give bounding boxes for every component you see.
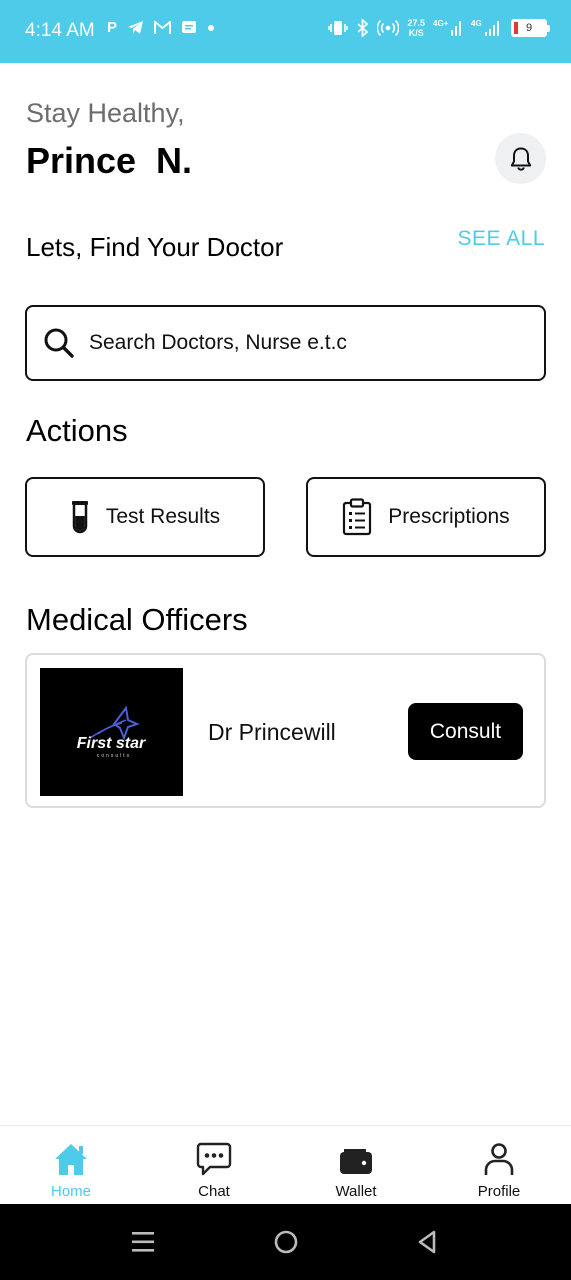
test-tube-icon (71, 501, 88, 534)
actions-title: Actions (26, 413, 128, 448)
battery-icon: 9 (511, 19, 550, 37)
logo-subtext: consults (97, 753, 131, 759)
nav-chat[interactable]: Chat (154, 1126, 274, 1205)
nav-chat-label: Chat (198, 1183, 230, 1200)
battery-level: 9 (525, 22, 533, 34)
nav-home-label: Home (50, 1183, 91, 1200)
bluetooth-icon (357, 19, 369, 37)
net-speed: 27.5 K/S (407, 18, 425, 38)
greeting-text: Stay Healthy, (26, 98, 185, 128)
search-input[interactable]: Search Doctors, Nurse e.t.c (25, 305, 546, 381)
back-icon[interactable] (415, 1227, 439, 1257)
nav-wallet[interactable]: Wallet (296, 1126, 416, 1205)
doctor-logo: First star consults (40, 668, 183, 796)
consult-button[interactable]: Consult (408, 703, 523, 760)
p-app-icon: P (107, 19, 118, 36)
bottom-navigation: Home Chat Wallet Profile (0, 1125, 571, 1204)
recent-apps-icon[interactable] (131, 1227, 155, 1257)
nav-home[interactable]: Home (11, 1126, 131, 1205)
nav-wallet-label: Wallet (335, 1183, 377, 1200)
system-icons: 27.5 K/S 4G+ 4G 9 (328, 18, 550, 38)
home-circle-icon[interactable] (271, 1227, 301, 1257)
signal-4g-plus-icon: 4G+ (433, 19, 461, 36)
find-doctor-title: Lets, Find Your Doctor (26, 232, 284, 262)
prescriptions-label: Prescriptions (388, 505, 510, 528)
search-placeholder: Search Doctors, Nurse e.t.c (89, 331, 347, 354)
logo-text: First star (77, 735, 146, 752)
profile-icon (484, 1143, 514, 1175)
test-results-button[interactable]: Test Results (25, 477, 265, 557)
svg-text:4G: 4G (471, 19, 482, 28)
status-time: 4:14 AM (25, 20, 95, 41)
home-icon (55, 1144, 87, 1175)
notifications-button[interactable] (495, 133, 546, 184)
hotspot-icon (377, 19, 400, 37)
dot-icon (208, 24, 215, 31)
clipboard-list-icon (343, 498, 372, 536)
nav-profile[interactable]: Profile (439, 1126, 559, 1205)
see-all-link[interactable]: SEE ALL (457, 227, 545, 251)
bell-icon (510, 147, 531, 171)
notification-icons: P (107, 19, 215, 36)
vibrate-icon (328, 21, 349, 35)
gmail-icon (154, 20, 172, 34)
system-navigation-bar (0, 1204, 571, 1280)
telegram-icon (128, 21, 144, 34)
medical-officers-title: Medical Officers (26, 602, 248, 637)
wallet-icon (340, 1149, 372, 1174)
signal-4g-icon: 4G (471, 19, 499, 36)
doctor-name: Dr Princewill (208, 719, 336, 745)
search-icon (44, 328, 74, 358)
nav-profile-label: Profile (477, 1183, 521, 1200)
user-name: Prince N. (26, 140, 193, 181)
chat-icon (196, 1142, 232, 1176)
prescriptions-button[interactable]: Prescriptions (306, 477, 546, 557)
doctor-card[interactable]: First star consults Dr Princewill Consul… (25, 653, 546, 808)
test-results-label: Test Results (105, 505, 221, 528)
message-icon (182, 20, 197, 33)
status-bar: 4:14 AM P 27.5 K/S 4G+ 4G 9 (0, 0, 571, 63)
svg-text:4G+: 4G+ (433, 19, 449, 28)
